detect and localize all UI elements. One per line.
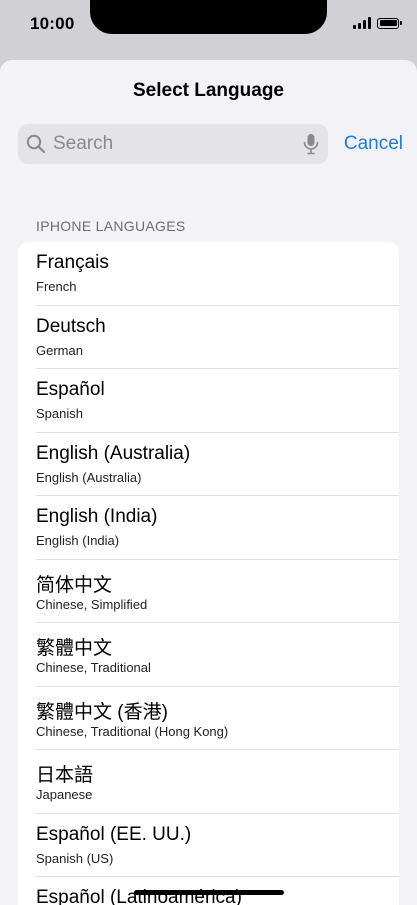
language-english-name: Chinese, Traditional (Hong Kong) [36, 723, 229, 739]
language-english-name: German [36, 342, 83, 358]
cancel-button[interactable]: Cancel [344, 124, 403, 164]
language-english-name: Japanese [36, 787, 93, 802]
search-icon [26, 134, 46, 154]
language-native-name: English (India) [36, 506, 158, 527]
status-bar: 10:00 [0, 0, 417, 52]
language-row[interactable]: 简体中文 Chinese, Simplified [18, 560, 399, 623]
status-time: 10:00 [30, 14, 75, 33]
language-row[interactable]: English (India) English (India) [18, 496, 399, 560]
home-indicator[interactable] [134, 890, 284, 895]
language-native-name: 日本語 [36, 765, 94, 786]
language-native-name: 繁體中文 (香港) [36, 701, 168, 723]
section-header: IPHONE LANGUAGES [36, 218, 186, 234]
language-native-name: Deutsch [36, 315, 106, 337]
language-english-name: Chinese, Traditional [36, 660, 151, 675]
language-list: Français French Deutsch German Español Spanis… [18, 242, 399, 905]
search-field[interactable] [18, 124, 328, 164]
notch [90, 0, 327, 34]
language-native-name: Français [36, 252, 109, 273]
language-row[interactable]: 繁體中文 Chinese, Traditional [18, 623, 399, 687]
language-native-name: Español [36, 379, 105, 400]
language-row[interactable]: Deutsch German [18, 306, 399, 369]
search-row: Cancel [18, 124, 403, 164]
language-english-name: Spanish (US) [36, 850, 114, 866]
language-english-name: Spanish [36, 406, 83, 421]
language-native-name: 简体中文 [36, 574, 113, 596]
language-native-name: English (Australia) [36, 442, 191, 464]
language-sheet: Select Language Cancel IPHONE LANGUAGES … [0, 60, 417, 905]
language-english-name: Chinese, Simplified [36, 596, 148, 612]
language-english-name: English (Australia) [36, 469, 142, 485]
search-input[interactable] [53, 124, 293, 164]
language-row[interactable]: Français French [18, 242, 399, 306]
sheet-title: Select Language [133, 80, 284, 101]
cellular-signal-icon [353, 17, 371, 29]
language-row[interactable]: Español (EE. UU.) Spanish (US) [18, 814, 399, 877]
microphone-icon[interactable] [302, 133, 320, 155]
language-english-name: English (India) [36, 533, 120, 548]
phone-screen: 10:00 Select Language Search Cancel IPHO… [0, 0, 417, 905]
language-row[interactable]: 繁體中文 (香港) Chinese, Traditional (Hong Kong… [18, 687, 399, 750]
battery-icon [377, 17, 402, 29]
language-english-name: French [36, 279, 77, 294]
language-row[interactable]: 日本語 Japanese [18, 750, 399, 814]
language-native-name: Español (EE. UU.) [36, 823, 192, 845]
language-native-name: 繁體中文 [36, 638, 113, 659]
status-indicators [353, 17, 402, 29]
language-row[interactable]: English (Australia) English (Australia) [18, 433, 399, 496]
language-row[interactable]: Español Spanish [18, 369, 399, 433]
